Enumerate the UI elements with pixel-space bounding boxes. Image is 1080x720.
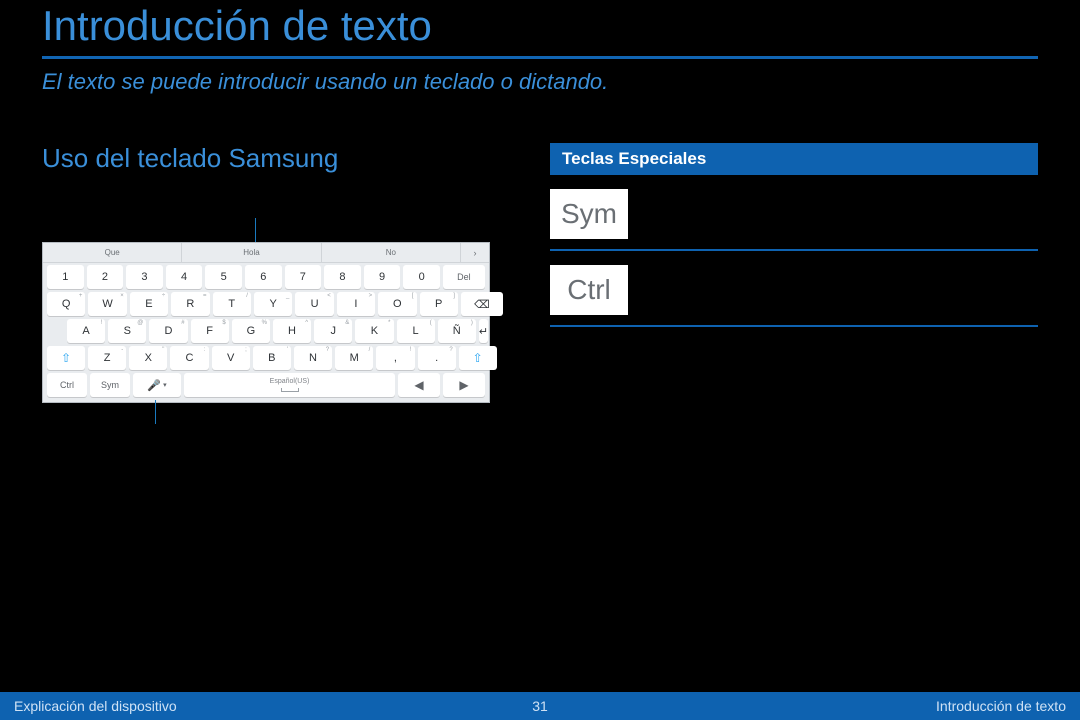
key-f[interactable]: F$ <box>191 319 229 343</box>
key-s[interactable]: S@ <box>108 319 146 343</box>
row-bottom: Ctrl Sym 🎤 ▾ Español(US) ◀ ▶ <box>43 371 489 398</box>
mic-key[interactable]: 🎤 ▾ <box>133 373 181 397</box>
ctrl-key-illustration: Ctrl <box>550 265 628 315</box>
key-6[interactable]: 6 <box>245 265 282 289</box>
key-g[interactable]: G% <box>232 319 270 343</box>
sym-key[interactable]: Sym <box>90 373 130 397</box>
key-a[interactable]: A! <box>67 319 105 343</box>
key-period[interactable]: .? <box>418 346 456 370</box>
row-a: A! S@ D# F$ G% H^ J& K* L( Ñ) ↵ <box>43 317 489 344</box>
triangle-right-icon: ▶ <box>459 378 468 392</box>
special-keys-header: Teclas Especiales <box>550 143 1038 175</box>
key-o[interactable]: O[ <box>378 292 416 316</box>
key-t[interactable]: T/ <box>213 292 251 316</box>
callout-leader-bottom <box>155 400 156 424</box>
key-y[interactable]: Y_ <box>254 292 292 316</box>
key-r[interactable]: R= <box>171 292 209 316</box>
spacebar-icon <box>281 388 299 392</box>
key-z[interactable]: Z- <box>88 346 126 370</box>
key-3[interactable]: 3 <box>126 265 163 289</box>
page-subtitle: El texto se puede introducir usando un t… <box>42 69 1038 95</box>
key-d[interactable]: D# <box>149 319 187 343</box>
key-k[interactable]: K* <box>355 319 393 343</box>
key-w[interactable]: W× <box>88 292 126 316</box>
title-rule <box>42 56 1038 59</box>
keyboard-illustration: Que Hola No › 1 2 3 4 5 6 7 8 <box>42 242 490 403</box>
key-5[interactable]: 5 <box>205 265 242 289</box>
footer-bar: Explicación del dispositivo 31 Introducc… <box>0 692 1080 720</box>
shift-key-right[interactable]: ⇧ <box>459 346 497 370</box>
ctrl-key[interactable]: Ctrl <box>47 373 87 397</box>
key-j[interactable]: J& <box>314 319 352 343</box>
predictive-row: Que Hola No › <box>43 243 489 263</box>
callout-leader-top <box>255 218 256 242</box>
key-0[interactable]: 0 <box>403 265 440 289</box>
number-row: 1 2 3 4 5 6 7 8 9 0 Del <box>43 263 489 290</box>
enter-icon: ↵ <box>479 325 488 338</box>
shift-up-icon: ⇧ <box>473 351 483 365</box>
key-2[interactable]: 2 <box>87 265 124 289</box>
key-n[interactable]: N? <box>294 346 332 370</box>
backspace-key[interactable]: ⌫ <box>461 292 503 316</box>
key-l[interactable]: L( <box>397 319 435 343</box>
predictive-item[interactable]: Hola <box>182 243 321 262</box>
key-u[interactable]: U< <box>295 292 333 316</box>
key-comma[interactable]: ,! <box>376 346 414 370</box>
key-c[interactable]: C: <box>170 346 208 370</box>
key-1[interactable]: 1 <box>47 265 84 289</box>
key-h[interactable]: H^ <box>273 319 311 343</box>
key-7[interactable]: 7 <box>285 265 322 289</box>
row-z: ⇧ Z- X" C: V; B' N? M/ ,! .? ⇧ <box>43 344 489 371</box>
section-heading: Uso del teclado Samsung <box>42 143 512 174</box>
key-v[interactable]: V; <box>212 346 250 370</box>
backspace-icon: ⌫ <box>474 298 490 311</box>
row-q: Q+ W× E÷ R= T/ Y_ U< I> O[ P] ⌫ <box>43 290 489 317</box>
key-8[interactable]: 8 <box>324 265 361 289</box>
key-p[interactable]: P] <box>420 292 458 316</box>
key-enye[interactable]: Ñ) <box>438 319 476 343</box>
triangle-left-icon: ◀ <box>414 378 423 392</box>
key-del[interactable]: Del <box>443 265 485 289</box>
cursor-left-key[interactable]: ◀ <box>398 373 440 397</box>
key-9[interactable]: 9 <box>364 265 401 289</box>
key-x[interactable]: X" <box>129 346 167 370</box>
key-q[interactable]: Q+ <box>47 292 85 316</box>
footer-right: Introducción de texto <box>936 698 1066 714</box>
key-b[interactable]: B' <box>253 346 291 370</box>
microphone-icon: 🎤 <box>147 379 161 392</box>
predictive-item[interactable]: Que <box>43 243 182 262</box>
footer-left: Explicación del dispositivo <box>14 698 177 714</box>
cursor-right-key[interactable]: ▶ <box>443 373 485 397</box>
page-title: Introducción de texto <box>42 0 1038 56</box>
special-row-sym: Sym <box>550 175 1038 249</box>
keyboard-language-label: Español(US) <box>270 378 310 386</box>
key-i[interactable]: I> <box>337 292 375 316</box>
special-row-ctrl: Ctrl <box>550 251 1038 325</box>
sym-key-illustration: Sym <box>550 189 628 239</box>
chevron-down-icon: ▾ <box>163 381 167 389</box>
shift-up-icon: ⇧ <box>61 351 71 365</box>
divider <box>550 325 1038 327</box>
enter-key[interactable]: ↵ <box>479 319 488 343</box>
predictive-item[interactable]: No <box>322 243 461 262</box>
shift-key-left[interactable]: ⇧ <box>47 346 85 370</box>
key-4[interactable]: 4 <box>166 265 203 289</box>
space-key[interactable]: Español(US) <box>184 373 395 397</box>
key-m[interactable]: M/ <box>335 346 373 370</box>
chevron-right-icon[interactable]: › <box>461 243 489 262</box>
footer-page-number: 31 <box>532 698 548 714</box>
key-e[interactable]: E÷ <box>130 292 168 316</box>
